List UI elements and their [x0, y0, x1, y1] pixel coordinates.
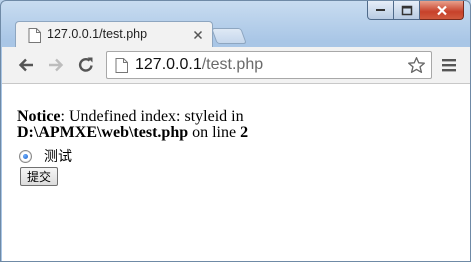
hamburger-menu-icon[interactable] — [442, 57, 456, 73]
browser-tab[interactable]: 127.0.0.1/test.php — [15, 21, 213, 48]
notice-message: : Undefined index: styleid in — [60, 108, 244, 125]
submit-button[interactable]: 提交 — [20, 167, 59, 186]
notice-file: D:\APMXE\web\test.php — [17, 124, 189, 141]
notice-line: 2 — [240, 124, 249, 141]
back-arrow-icon[interactable] — [17, 56, 35, 74]
page-content: Notice: Undefined index: styleid in D:\AP… — [2, 84, 470, 261]
browser-window: 127.0.0.1/test.php 127.0.0.1/test.php No… — [0, 0, 471, 262]
radio-button[interactable] — [19, 149, 32, 163]
url-host: 127.0.0.1 — [135, 56, 202, 73]
page-icon — [28, 28, 41, 43]
star-icon[interactable] — [407, 56, 426, 75]
maximize-button[interactable] — [394, 1, 420, 20]
maximize-icon — [401, 5, 412, 15]
page-icon — [115, 58, 128, 73]
radio-label: 测试 — [44, 149, 72, 165]
radio-option[interactable]: 测试 — [19, 146, 72, 166]
notice-label: Notice — [17, 108, 61, 125]
close-window-button[interactable] — [420, 1, 464, 20]
close-icon — [436, 5, 447, 15]
reload-icon[interactable] — [77, 56, 95, 74]
window-controls — [367, 1, 464, 21]
php-notice: Notice: Undefined index: styleid in D:\AP… — [17, 109, 248, 141]
address-bar[interactable]: 127.0.0.1/test.php — [106, 51, 432, 79]
toolbar: 127.0.0.1/test.php — [2, 47, 470, 84]
new-tab-button[interactable] — [211, 28, 247, 44]
tab-title: 127.0.0.1/test.php — [47, 27, 148, 41]
minimize-button[interactable] — [367, 1, 394, 20]
forward-arrow-icon[interactable] — [47, 56, 65, 74]
minimize-icon — [375, 9, 385, 11]
notice-line-prefix: on line — [188, 124, 241, 141]
tab-close-icon[interactable] — [193, 30, 203, 40]
url-text: 127.0.0.1/test.php — [135, 56, 263, 74]
url-path: /test.php — [201, 56, 264, 73]
